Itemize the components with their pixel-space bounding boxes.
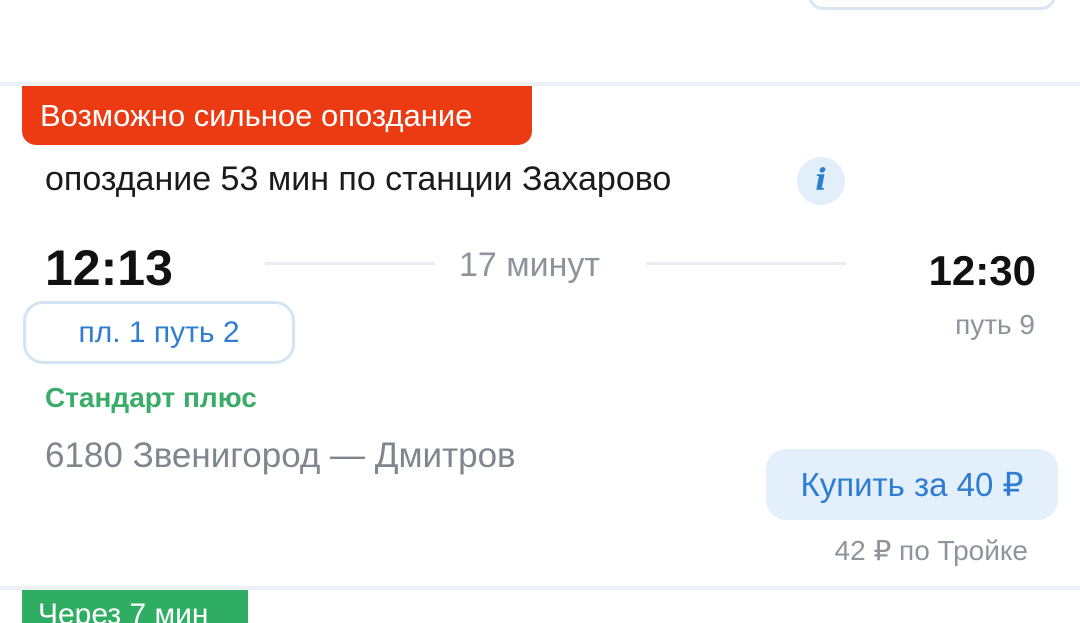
duration-line-right (646, 262, 846, 265)
departure-time: 12:13 (45, 240, 173, 296)
arrival-track: путь 9 (955, 309, 1035, 340)
info-icon[interactable]: i (797, 157, 845, 205)
duration-line-left (265, 262, 435, 265)
schedule-list: Возможно сильное опоздание опоздание 53 … (0, 0, 1080, 623)
buy-ticket-button[interactable]: Купить за 40 ₽ (766, 449, 1058, 520)
departure-platform-button[interactable]: пл. 1 путь 2 (23, 301, 295, 364)
train-route: 6180 Звенигород — Дмитров (45, 436, 516, 475)
next-trip-badge: Через 7 мин (22, 590, 248, 623)
previous-trip-platform-button[interactable] (808, 0, 1056, 10)
trip-duration: 17 минут (459, 246, 600, 284)
arrival-time: 12:30 (928, 247, 1036, 294)
troika-price: 42 ₽ по Тройке (834, 535, 1028, 566)
delay-alert-badge: Возможно сильное опоздание (22, 86, 532, 145)
delay-info-text: опоздание 53 мин по станции Захарово (45, 160, 672, 198)
trip-card[interactable]: Возможно сильное опоздание опоздание 53 … (0, 86, 1080, 586)
previous-trip-card[interactable] (0, 0, 1080, 82)
next-trip-card[interactable]: Через 7 мин (0, 590, 1080, 623)
train-class-label: Стандарт плюс (45, 382, 257, 413)
